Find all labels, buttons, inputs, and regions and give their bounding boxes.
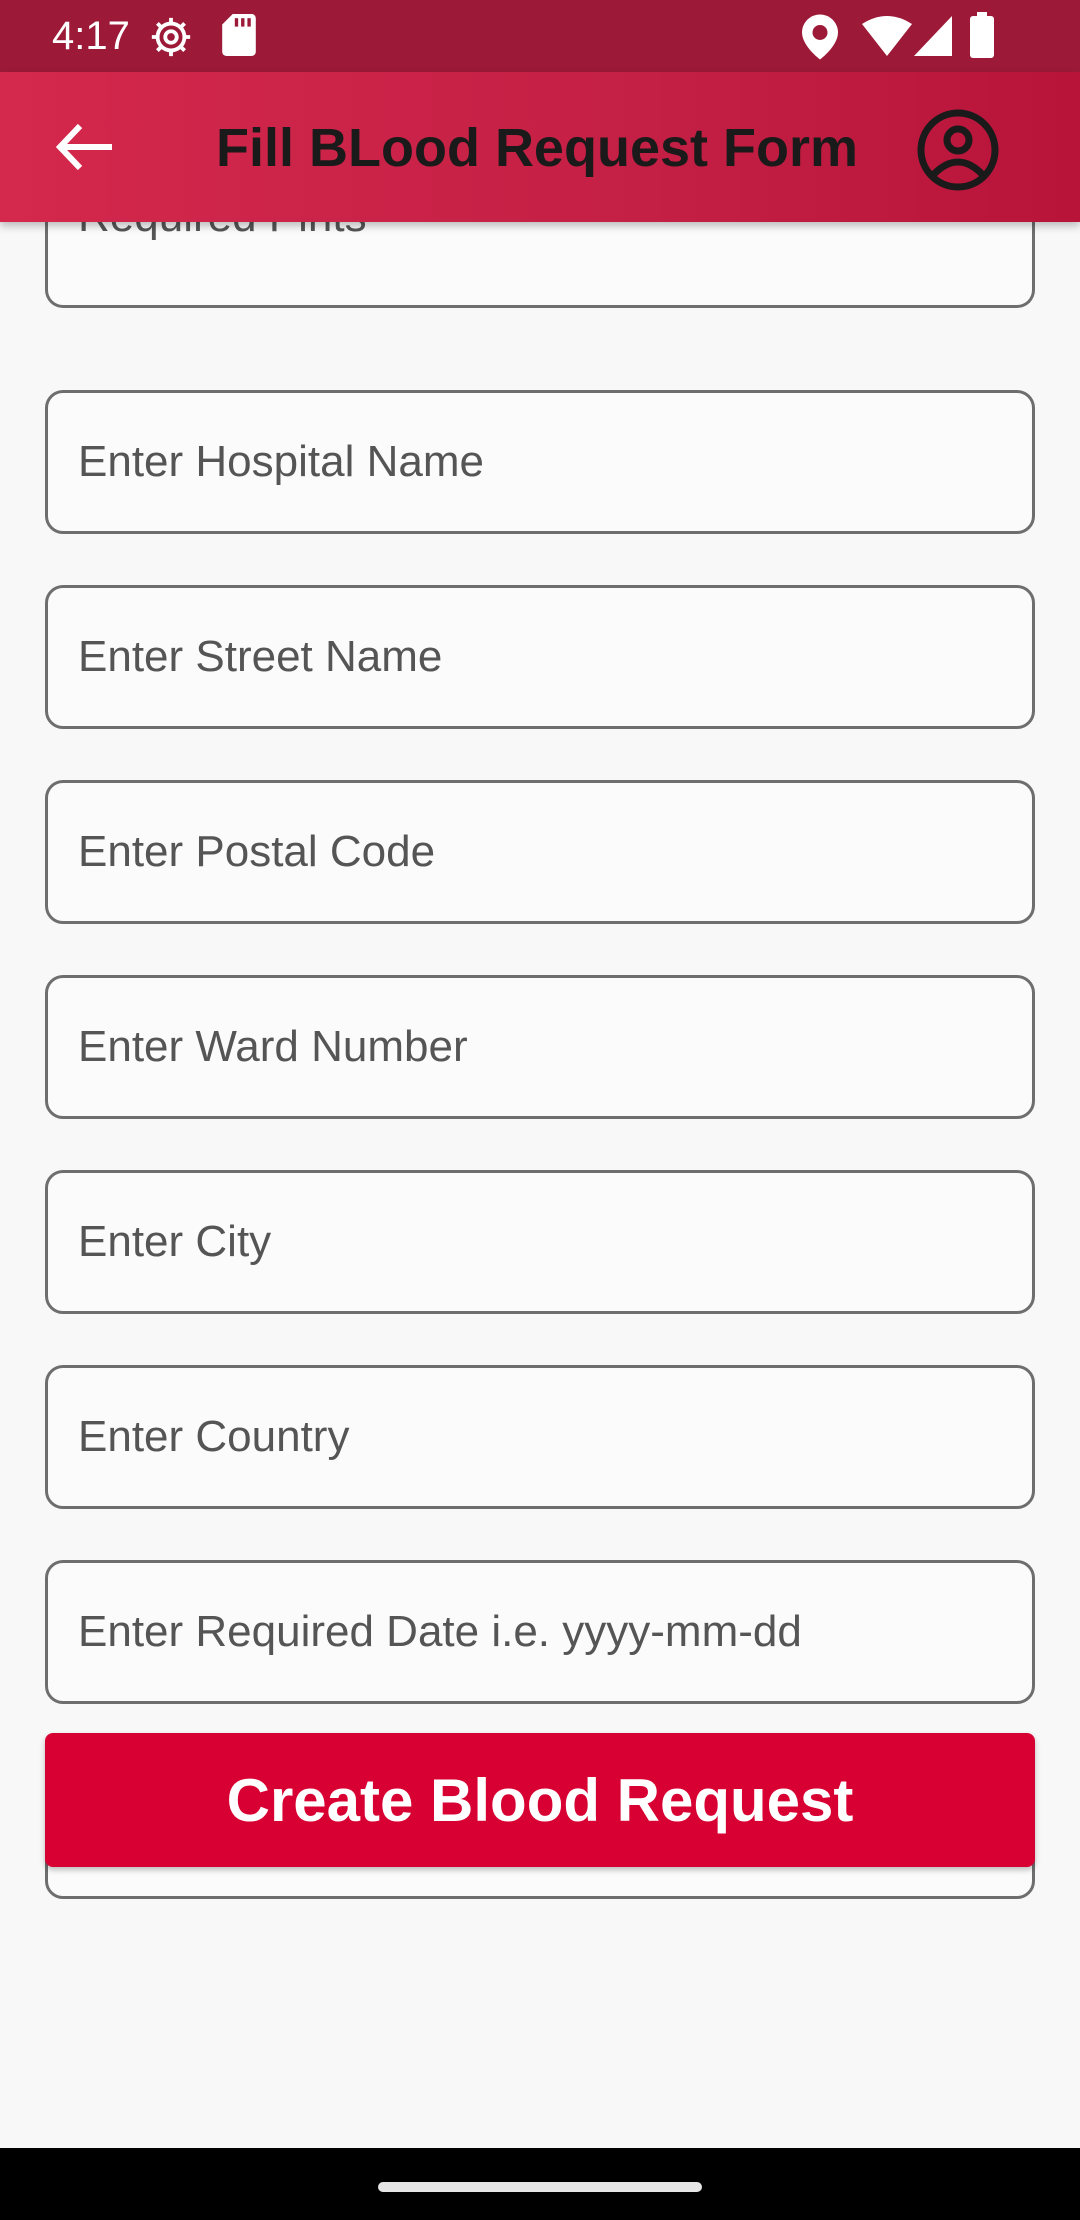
status-time: 4:17 (52, 14, 130, 58)
home-gesture-handle[interactable] (378, 2182, 702, 2192)
country-input[interactable] (48, 1368, 1032, 1506)
status-bar: 4:17 (0, 0, 1080, 72)
ward-number-input[interactable] (48, 978, 1032, 1116)
settings-gear-icon (151, 17, 191, 57)
required-date-field[interactable] (45, 1560, 1035, 1704)
street-name-input[interactable] (48, 588, 1032, 726)
ward-number-field[interactable] (45, 975, 1035, 1119)
navigation-bar (0, 2148, 1080, 2220)
required-pints-placeholder: Required Pints (78, 222, 367, 242)
street-name-field[interactable] (45, 585, 1035, 729)
location-icon (802, 14, 838, 60)
city-input[interactable] (48, 1173, 1032, 1311)
app-bar: Fill BLood Request Form (0, 72, 1080, 222)
hospital-name-input[interactable] (48, 393, 1032, 531)
country-field[interactable] (45, 1365, 1035, 1509)
required-date-input[interactable] (48, 1563, 1032, 1701)
page-title: Fill BLood Request Form (216, 118, 858, 178)
sd-card-icon (222, 14, 256, 56)
hospital-name-field[interactable] (45, 390, 1035, 534)
city-field[interactable] (45, 1170, 1035, 1314)
back-arrow-icon[interactable] (44, 114, 124, 180)
account-circle-icon[interactable] (916, 108, 1000, 192)
wifi-icon (862, 16, 912, 56)
signal-icon (914, 16, 952, 56)
create-blood-request-button[interactable]: Create Blood Request (45, 1733, 1035, 1867)
battery-icon (970, 12, 994, 58)
postal-code-field[interactable] (45, 780, 1035, 924)
required-pints-field[interactable]: Required Pints (45, 222, 1035, 308)
postal-code-input[interactable] (48, 783, 1032, 921)
